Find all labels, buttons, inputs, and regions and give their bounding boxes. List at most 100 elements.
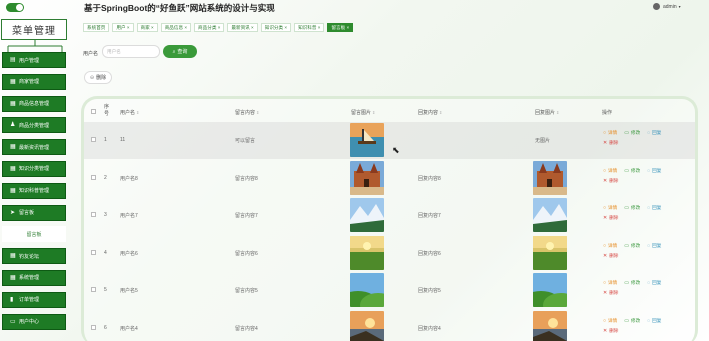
sidebar-item-1[interactable]: ▦ 商家管理 [2,73,66,90]
reply-button[interactable]: ◌ 回复 [647,130,661,136]
reply-image[interactable] [533,160,567,195]
remove-button[interactable]: ✕ 删除 [603,328,618,334]
sidebar-subitem-message-board[interactable]: 留言板 [2,226,66,243]
tab-1[interactable]: 用户 × [112,23,134,32]
tab-5[interactable]: 最新资讯 × [227,23,258,32]
cell-username: 用户名8 [120,175,138,182]
table-row[interactable]: 5 用户名5 留言内容5 回复内容5 ○ 详情 ▭ 修改 ◌ 回复 ✕ 删除 [84,272,695,309]
remove-button[interactable]: ✕ 删除 [603,290,618,296]
sidebar-item-0[interactable]: ▤ 用户管理 [2,52,66,68]
col-reply[interactable]: 回复内容⇕ [418,109,442,116]
sidebar-item-2[interactable]: ▦ 商品信息管理 [2,95,66,112]
grid-icon: ▦ [10,144,16,151]
detail-label: 详情 [608,205,618,210]
search-input[interactable]: 用户名 [102,45,160,58]
row-checkbox[interactable] [91,137,96,142]
sidebar-toggle[interactable] [6,3,24,12]
remove-button[interactable]: ✕ 删除 [603,140,618,146]
reply-label: 回复 [652,167,662,173]
detail-button[interactable]: ○ 详情 [603,318,617,324]
message-image[interactable] [350,235,384,270]
edit-button[interactable]: ▭ 修改 [624,168,640,174]
sidebar-item-5[interactable]: ▦ 知识分类管理 [2,160,66,177]
message-image[interactable] [350,198,384,232]
detail-button[interactable]: ○ 详情 [603,243,617,249]
tab-2[interactable]: 商家 × [136,23,158,32]
sidebar-item-3[interactable]: ♟ 商品分类管理 [2,117,66,134]
row-checkbox[interactable] [91,324,96,330]
sidebar-item-4[interactable]: ▦ 最新资讯管理 [2,139,66,156]
detail-button[interactable]: ○ 详情 [603,280,617,286]
reply-image[interactable] [533,310,567,341]
col-username[interactable]: 用户名⇕ [120,109,139,116]
bars-icon: ▮ [10,296,14,303]
tab-3[interactable]: 商品信息 × [160,23,192,32]
table-row[interactable]: 1 11 可以留言 无图片 ○ 详情 ▭ 修改 ◌ 回复 ✕ 删除 [84,122,695,159]
row-checkbox[interactable] [91,287,96,292]
cell-no: 2 [104,174,107,181]
table-row[interactable]: 3 用户名7 留言内容7 回复内容7 ○ 详情 ▭ 修改 ◌ 回复 ✕ 删除 [84,197,695,234]
reply-image[interactable] [533,235,567,270]
remove-button[interactable]: ✕ 删除 [603,253,618,259]
sidebar-item-10[interactable]: ▦ 系统管理 [2,269,66,286]
row-actions: ○ 详情 ▭ 修改 ◌ 回复 ✕ 删除 [603,316,695,336]
message-image[interactable] [350,273,384,307]
message-image[interactable] [350,123,384,157]
remove-button[interactable]: ✕ 删除 [603,178,618,184]
reply-button[interactable]: ◌ 回复 [647,318,661,324]
reply-label: 回复 [652,242,662,248]
reply-label: 回复 [652,280,662,285]
sidebar-item-12[interactable]: ▭ 用户中心 [2,313,66,330]
message-image[interactable] [350,310,384,341]
table-row[interactable]: 2 用户名8 留言内容8 回复内容8 ○ 详情 ▭ 修改 ◌ 回复 ✕ 删除 [84,160,695,197]
detail-button[interactable]: ○ 详情 [603,168,617,174]
reply-button[interactable]: ◌ 回复 [647,168,661,174]
row-checkbox[interactable] [91,249,96,255]
edit-label: 修改 [630,130,641,135]
sidebar-item-label: 留言板 [26,231,42,238]
table-row[interactable]: 4 用户名6 留言内容6 回复内容6 ○ 详情 ▭ 修改 ◌ 回复 ✕ 删除 [84,235,695,272]
tab-8[interactable]: 留言板 × [327,23,354,32]
grid-icon: ▦ [10,165,16,172]
row-checkbox[interactable] [91,174,96,180]
info-icon: ○ [603,130,607,136]
sort-icon: ⇕ [136,110,140,115]
edit-button[interactable]: ▭ 修改 [624,205,640,211]
folder-icon: ▭ [624,317,629,324]
reply-button[interactable]: ◌ 回复 [647,243,661,249]
reply-button[interactable]: ◌ 回复 [647,280,661,286]
cell-message: 留言内容5 [235,288,258,294]
tab-6[interactable]: 知识分类 × [260,23,292,32]
search-button[interactable]: ⌕ 查询 [163,45,197,58]
cell-reply-image-empty: 无图片 [535,138,551,144]
select-all-checkbox[interactable] [91,109,96,114]
folder-icon: ▭ [624,242,629,249]
detail-button[interactable]: ○ 详情 [603,130,617,136]
tab-0[interactable]: 系统首页 [83,23,110,32]
sidebar-item-11[interactable]: ▮ 订单管理 [2,291,66,308]
edit-button[interactable]: ▭ 修改 [624,318,640,324]
edit-button[interactable]: ▭ 修改 [624,130,640,136]
tab-4[interactable]: 商品分类 × [194,23,225,32]
reply-image[interactable] [533,198,567,232]
edit-button[interactable]: ▭ 修改 [624,243,640,249]
col-reply-image[interactable]: 回复图片⇕ [535,109,559,116]
col-message[interactable]: 留言内容⇕ [235,109,259,116]
tab-7[interactable]: 知识科普 × [294,23,325,32]
row-checkbox[interactable] [91,212,96,217]
table-row[interactable]: 6 用户名4 留言内容4 回复内容4 ○ 详情 ▭ 修改 ◌ 回复 ✕ 删除 [84,310,695,341]
detail-button[interactable]: ○ 详情 [603,205,617,211]
reply-button[interactable]: ◌ 回复 [647,205,661,211]
reply-image[interactable] [533,273,567,307]
col-message-image[interactable]: 留言图片⇕ [351,109,375,116]
user-menu[interactable]: admin ▾ [653,3,681,10]
grid-icon: ▦ [10,274,16,281]
delete-button[interactable]: ⊖ 删除 [84,71,112,84]
sidebar-item-7[interactable]: ➤ 留言板 [2,204,66,221]
sidebar-item-6[interactable]: ▦ 知识科普管理 [2,182,66,199]
message-image[interactable] [350,160,384,195]
sidebar-item-9[interactable]: ▦ 钓友论坛 [2,248,66,265]
sort-icon: ⇕ [256,110,260,115]
edit-button[interactable]: ▭ 修改 [624,280,640,286]
remove-button[interactable]: ✕ 删除 [603,215,618,221]
